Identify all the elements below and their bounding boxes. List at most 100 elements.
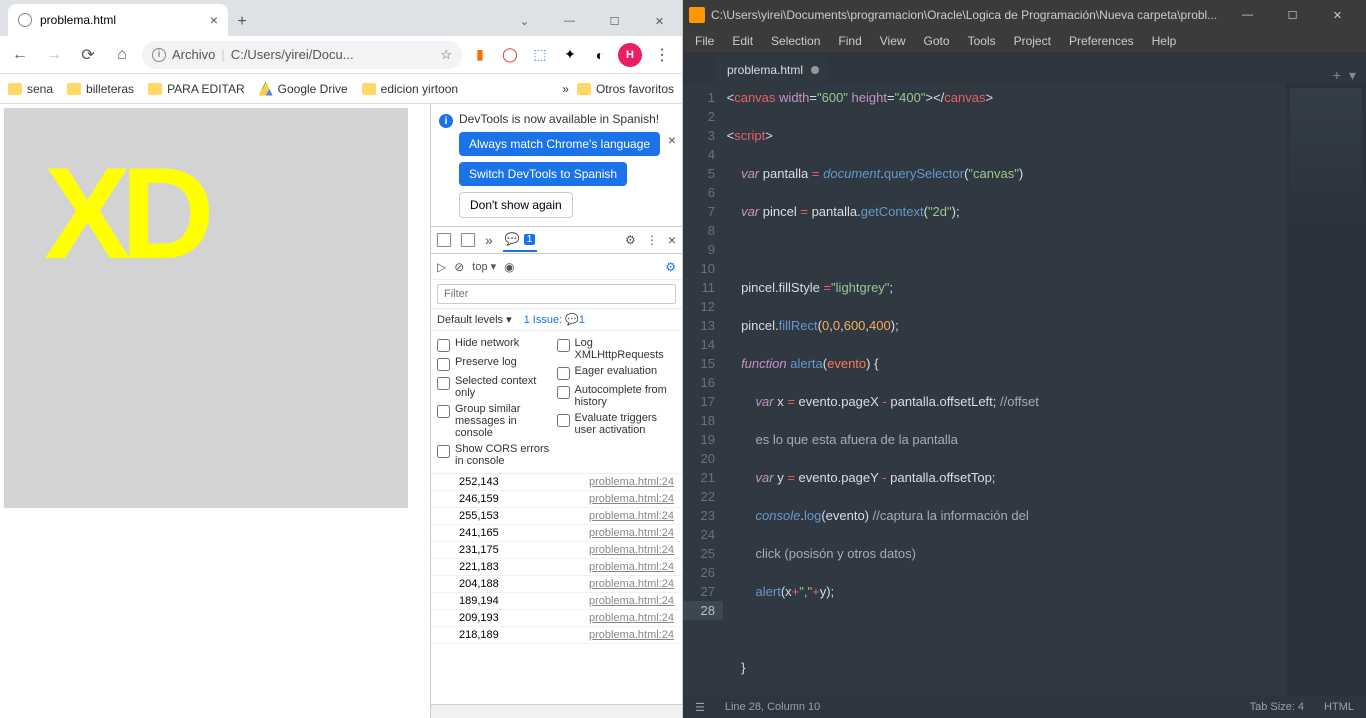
context-selector[interactable]: top ▾ [472,260,496,273]
eye-icon[interactable]: ◉ [504,260,514,274]
log-source-link[interactable]: problema.html:24 [589,510,674,522]
scrollbar[interactable] [431,704,682,718]
unsaved-dot-icon [811,66,819,74]
log-source-link[interactable]: problema.html:24 [589,595,674,607]
match-language-button[interactable]: Always match Chrome's language [459,132,660,156]
dropdown-icon[interactable]: ▾ [1349,67,1356,84]
back-button[interactable]: ← [6,41,34,69]
close-devtools-icon[interactable]: × [668,232,676,248]
log-source-link[interactable]: problema.html:24 [589,629,674,641]
log-source-link[interactable]: problema.html:24 [589,476,674,488]
setting-checkbox[interactable]: Autocomplete from history [557,382,677,410]
log-source-link[interactable]: problema.html:24 [589,493,674,505]
setting-checkbox[interactable]: Selected context only [437,373,557,401]
reload-button[interactable]: ⟳ [74,41,102,69]
setting-checkbox[interactable]: Show CORS errors in console [437,441,557,469]
close-icon[interactable]: × [668,132,676,148]
minimize-icon[interactable]: ― [547,6,592,36]
chevron-down-icon[interactable]: ⌄ [502,6,547,36]
close-icon[interactable]: ✕ [1315,0,1360,30]
menu-item[interactable]: Selection [763,32,828,50]
code-area[interactable]: <canvas width="600" height="400"></canva… [723,84,1286,696]
bookmarks-overflow[interactable]: » [562,82,569,96]
bookmark-item[interactable]: sena [8,82,53,96]
close-tab-icon[interactable]: × [210,12,218,28]
editor-tab[interactable]: problema.html [715,56,827,84]
devtools-tabs: » 💬1 ⚙ ⋮ × [431,226,682,254]
menu-item[interactable]: Tools [960,32,1004,50]
issues-link[interactable]: 1 Issue: 💬1 [524,313,585,326]
omnibox-label: Archivo [172,47,215,62]
star-icon[interactable]: ☆ [440,47,452,63]
new-tab-button[interactable]: + [228,8,256,36]
menu-item[interactable]: File [687,32,722,50]
bookmark-item[interactable]: Google Drive [259,82,348,96]
menu-item[interactable]: Goto [916,32,958,50]
other-bookmarks[interactable]: Otros favoritos [577,82,674,96]
status-position: Line 28, Column 10 [725,701,820,713]
maximize-icon[interactable]: ☐ [1270,0,1315,30]
devtools-panel: i DevTools is now available in Spanish! … [430,104,682,718]
home-button[interactable]: ⌂ [108,41,136,69]
setting-checkbox[interactable]: Log XMLHttpRequests [557,335,677,363]
filter-input[interactable] [437,284,676,304]
bookmark-item[interactable]: billeteras [67,82,134,96]
setting-checkbox[interactable]: Hide network [437,335,557,354]
browser-tab[interactable]: problema.html × [8,4,228,36]
translate-icon[interactable]: ⬚ [528,43,552,67]
menu-item[interactable]: Edit [724,32,761,50]
levels-dropdown[interactable]: Default levels ▾ [437,313,512,326]
bookmark-item[interactable]: edicion yirtoon [362,82,458,96]
device-icon[interactable] [461,233,475,247]
inspect-icon[interactable] [437,233,451,247]
canvas-element[interactable]: XD [4,108,408,508]
close-icon[interactable]: ✕ [637,6,682,36]
gear-icon[interactable]: ⚙ [625,233,636,247]
plus-icon[interactable]: + [1333,67,1341,84]
status-tabsize[interactable]: Tab Size: 4 [1250,701,1304,713]
menu-item[interactable]: Preferences [1061,32,1142,50]
menu-item[interactable]: Project [1006,32,1059,50]
minimize-icon[interactable]: ― [1225,0,1270,30]
setting-checkbox[interactable]: Eager evaluation [557,363,677,382]
setting-checkbox[interactable]: Preserve log [437,354,557,373]
tab-console[interactable]: 💬1 [503,228,538,252]
hamburger-icon[interactable]: ☰ [695,701,705,714]
log-source-link[interactable]: problema.html:24 [589,612,674,624]
avatar[interactable]: H [618,43,642,67]
switch-language-button[interactable]: Switch DevTools to Spanish [459,162,627,186]
chrome-toolbar: ← → ⟳ ⌂ i Archivo | C:/Users/yirei/Docu.… [0,36,682,74]
log-source-link[interactable]: problema.html:24 [589,544,674,556]
log-source-link[interactable]: problema.html:24 [589,561,674,573]
clear-icon[interactable]: ⊘ [454,260,464,274]
play-icon[interactable]: ▷ [437,260,446,274]
extension-icon[interactable]: ▮ [468,43,492,67]
chrome-window: problema.html × + ⌄ ― ☐ ✕ ← → ⟳ ⌂ i Arch… [0,0,683,718]
dont-show-button[interactable]: Don't show again [459,192,573,218]
bookmark-item[interactable]: PARA EDITAR [148,82,245,96]
menu-item[interactable]: Help [1144,32,1185,50]
maximize-icon[interactable]: ☐ [592,6,637,36]
menu-item[interactable]: Find [830,32,869,50]
setting-checkbox[interactable]: Group similar messages in console [437,401,557,441]
more-tabs-icon[interactable]: » [485,232,493,248]
extension-icon[interactable]: ◯ [498,43,522,67]
forward-button[interactable]: → [40,41,68,69]
puzzle-icon[interactable]: ✦ [558,43,582,67]
info-icon[interactable]: i [152,48,166,62]
settings-gear-icon[interactable]: ⚙ [665,260,676,274]
log-source-link[interactable]: problema.html:24 [589,527,674,539]
minimap[interactable] [1286,84,1366,696]
setting-checkbox[interactable]: Evaluate triggers user activation [557,410,677,438]
status-language[interactable]: HTML [1324,701,1354,713]
canvas-drawing: XD [44,138,205,288]
menu-icon[interactable]: ⋮ [646,233,658,247]
omnibox[interactable]: i Archivo | C:/Users/yirei/Docu... ☆ [142,41,462,69]
folder-icon [67,83,81,95]
globe-icon [18,13,32,27]
menu-icon[interactable]: ⋮ [648,41,676,69]
menu-item[interactable]: View [872,32,914,50]
log-source-link[interactable]: problema.html:24 [589,578,674,590]
page-viewport: XD [0,104,430,718]
extension-icon[interactable]: ◐ [588,43,612,67]
